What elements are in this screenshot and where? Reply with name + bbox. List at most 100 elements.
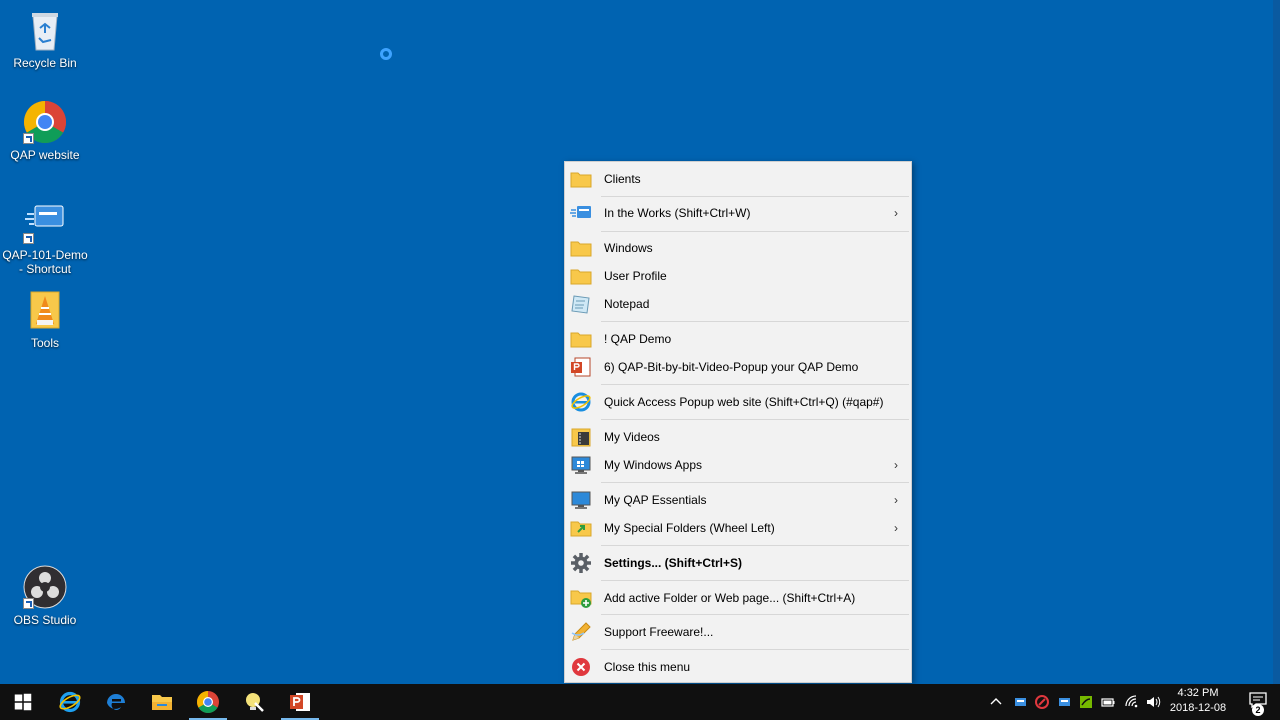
- clock-date: 2018-12-08: [1169, 702, 1227, 714]
- tray-qap-icon-button[interactable]: [1054, 684, 1074, 720]
- menu-separator: [601, 231, 909, 232]
- menu-item-label: Add active Folder or Web page... (Shift+…: [604, 591, 856, 605]
- powerpoint-file-icon: [570, 356, 592, 378]
- menu-separator: [601, 545, 909, 546]
- chevron-up-icon: [988, 694, 1004, 710]
- menu-separator: [601, 321, 909, 322]
- menu-item-qap-demo[interactable]: ! QAP Demo: [565, 325, 911, 353]
- desktop-icon-obs-studio[interactable]: OBS Studio: [0, 565, 90, 627]
- tray-qap-icon-button[interactable]: [1010, 684, 1030, 720]
- desktop-icon-tools[interactable]: Tools: [0, 288, 90, 350]
- menu-separator: [601, 482, 909, 483]
- ie-icon: [570, 391, 592, 413]
- menu-separator: [601, 580, 909, 581]
- tray-record-button[interactable]: [1032, 684, 1052, 720]
- menu-item-label: Windows: [604, 241, 653, 255]
- menu-item-my-special-folders[interactable]: My Special Folders (Wheel Left) ›: [565, 514, 911, 542]
- menu-item-label: Settings... (Shift+Ctrl+S): [604, 556, 743, 570]
- chrome-icon: [23, 100, 67, 144]
- powerpoint-icon: [288, 690, 312, 714]
- notepad-icon: [570, 293, 592, 315]
- desktop-icon-label: Recycle Bin: [13, 56, 77, 70]
- menu-item-qap-video-popup[interactable]: 6) QAP-Bit-by-bit-Video-Popup your QAP D…: [565, 353, 911, 381]
- menu-item-label: User Profile: [604, 269, 667, 283]
- qap-tray-icon: [1012, 694, 1028, 710]
- menu-item-support-freeware[interactable]: Support Freeware!...: [565, 618, 911, 646]
- file-explorer-icon: [150, 690, 174, 714]
- menu-item-my-videos[interactable]: My Videos: [565, 423, 911, 451]
- menu-item-qap-website[interactable]: Quick Access Popup web site (Shift+Ctrl+…: [565, 388, 911, 416]
- taskbar-ie-button[interactable]: [47, 684, 93, 720]
- menu-item-my-windows-apps[interactable]: My Windows Apps ›: [565, 451, 911, 479]
- qap-app-icon: [570, 202, 592, 224]
- monitor-icon: [570, 454, 592, 476]
- folder-icon: [570, 168, 592, 190]
- menu-item-label: My Videos: [604, 430, 660, 444]
- notification-count-badge: 2: [1252, 704, 1264, 716]
- taskbar-clock[interactable]: 4:32 PM 2018-12-08: [1162, 686, 1234, 718]
- menu-item-in-the-works[interactable]: In the Works (Shift+Ctrl+W) ›: [565, 199, 911, 227]
- start-icon: [14, 693, 32, 711]
- shortcut-arrow-icon: [23, 133, 34, 144]
- folder-icon: [570, 328, 592, 350]
- nvidia-icon: [1078, 694, 1094, 710]
- shortcut-arrow-icon: [23, 598, 34, 609]
- menu-item-settings[interactable]: Settings... (Shift+Ctrl+S): [565, 549, 911, 577]
- pencil-icon: [570, 621, 592, 643]
- battery-icon: [1100, 694, 1116, 710]
- gear-icon: [570, 552, 592, 574]
- folder-add-icon: [570, 587, 592, 609]
- tray-nvidia-button[interactable]: [1076, 684, 1096, 720]
- recycle-bin-icon: [23, 8, 67, 52]
- desktop-icon-label: Tools: [30, 336, 59, 350]
- menu-item-close-menu[interactable]: Close this menu: [565, 653, 911, 681]
- menu-item-label: Support Freeware!...: [604, 625, 714, 639]
- taskbar-powerpoint-button[interactable]: [277, 684, 323, 720]
- menu-item-windows[interactable]: Windows: [565, 234, 911, 262]
- submenu-chevron-icon: ›: [894, 458, 898, 472]
- menu-item-my-qap-essentials[interactable]: My QAP Essentials ›: [565, 486, 911, 514]
- volume-icon: [1145, 694, 1161, 710]
- tray-network-button[interactable]: [1122, 684, 1142, 720]
- menu-item-label: My QAP Essentials: [604, 493, 707, 507]
- taskbar-edge-button[interactable]: [93, 684, 139, 720]
- menu-item-label: ! QAP Demo: [604, 332, 672, 346]
- menu-item-user-profile[interactable]: User Profile: [565, 262, 911, 290]
- special-folder-icon: [570, 517, 592, 539]
- menu-item-label: Close this menu: [604, 660, 691, 674]
- submenu-chevron-icon: ›: [894, 493, 898, 507]
- menu-item-clients[interactable]: Clients: [565, 165, 911, 193]
- folder-icon: [570, 237, 592, 259]
- menu-item-notepad[interactable]: Notepad: [565, 290, 911, 318]
- desktop-icon-qap-website[interactable]: QAP website: [0, 100, 90, 162]
- menu-separator: [601, 614, 909, 615]
- menu-separator: [601, 384, 909, 385]
- taskbar-chrome-button[interactable]: [185, 684, 231, 720]
- clock-time: 4:32 PM: [1177, 687, 1219, 699]
- wifi-icon: [1124, 694, 1140, 710]
- desktop-icon-label: QAP website: [10, 148, 80, 162]
- desktop-icon-label: QAP-101-Demo - Shortcut: [2, 248, 88, 276]
- qap-app-icon: [23, 200, 67, 244]
- taskbar-file-explorer-button[interactable]: [139, 684, 185, 720]
- chrome-icon: [196, 690, 220, 714]
- menu-item-label: In the Works (Shift+Ctrl+W): [604, 206, 751, 220]
- submenu-chevron-icon: ›: [894, 521, 898, 535]
- qap-icon: [242, 690, 266, 714]
- desktop-icon-recycle-bin[interactable]: Recycle Bin: [0, 8, 90, 70]
- tray-volume-button[interactable]: [1143, 684, 1163, 720]
- menu-item-label: Quick Access Popup web site (Shift+Ctrl+…: [604, 395, 884, 409]
- desktop-icon-qap-demo-shortcut[interactable]: QAP-101-Demo - Shortcut: [0, 200, 90, 276]
- desktop-icon-label: OBS Studio: [13, 613, 77, 627]
- menu-item-label: My Special Folders (Wheel Left): [604, 521, 775, 535]
- start-button[interactable]: [0, 684, 46, 720]
- tray-battery-button[interactable]: [1098, 684, 1118, 720]
- menu-item-add-active-folder[interactable]: Add active Folder or Web page... (Shift+…: [565, 584, 911, 612]
- shortcut-arrow-icon: [23, 233, 34, 244]
- menu-separator: [601, 196, 909, 197]
- busy-cursor-icon: [380, 48, 392, 60]
- folder-vlc-icon: [23, 288, 67, 332]
- tray-overflow-button[interactable]: [986, 684, 1006, 720]
- taskbar-qap-button[interactable]: [231, 684, 277, 720]
- menu-item-label: My Windows Apps: [604, 458, 703, 472]
